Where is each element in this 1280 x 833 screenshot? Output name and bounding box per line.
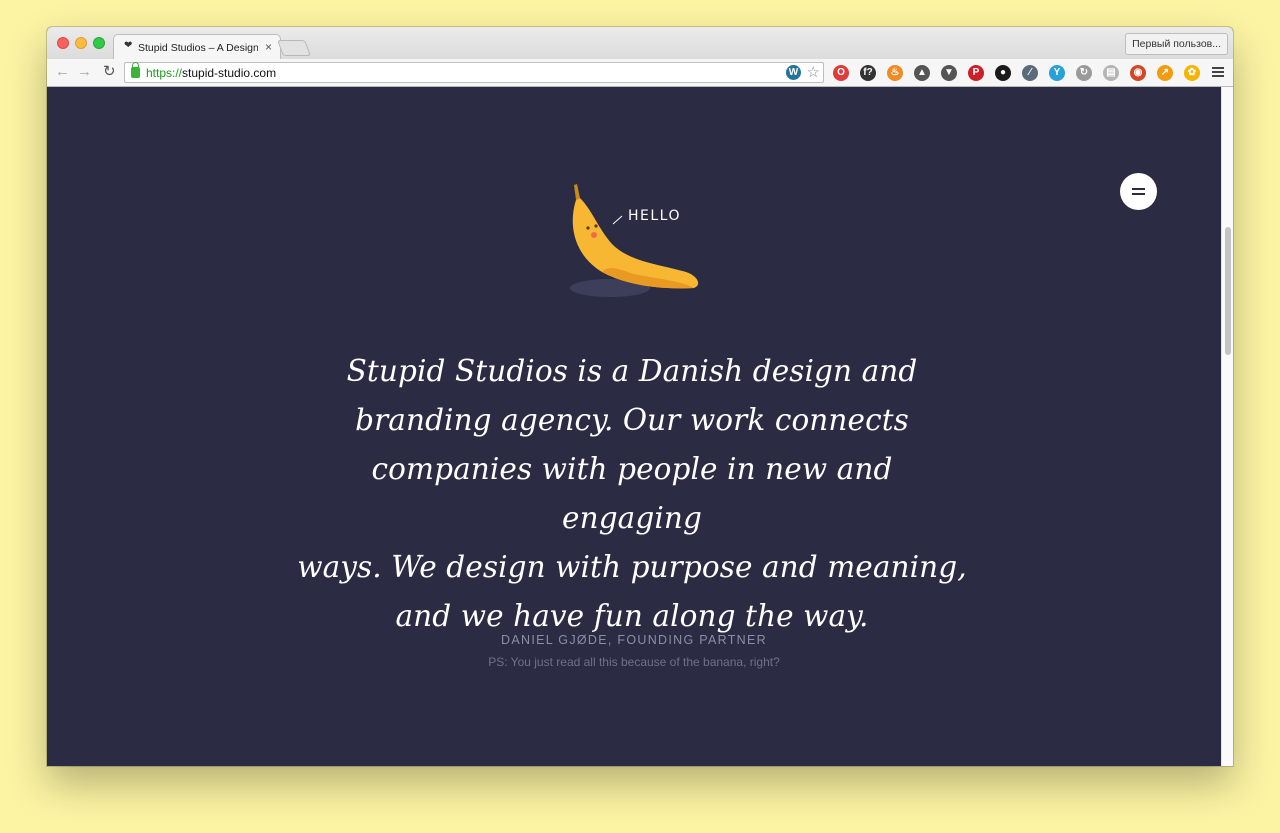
font-finder-icon[interactable]: f? [860,65,876,81]
vertical-scrollbar[interactable] [1221,87,1233,766]
forward-arrow-icon[interactable]: → [77,64,92,80]
new-tab-button[interactable] [277,40,311,56]
quote-author: DANIEL GJØDE, FOUNDING PARTNER [501,633,767,647]
url-text: https://stupid-studio.com [146,66,276,80]
tab-bar: ❤ Stupid Studios – A Design × Первый пол… [47,27,1233,60]
flower-icon[interactable]: ✿ [1184,65,1200,81]
refresh-ext-icon[interactable]: ↻ [1076,65,1092,81]
y-icon[interactable]: Y [1049,65,1065,81]
url-host: stupid-studio.com [182,66,277,80]
maximize-window-button[interactable] [93,37,105,49]
banana-stem [574,184,580,200]
banana-cheek [591,232,597,238]
scrollbar-thumb[interactable] [1225,227,1231,355]
heart-favicon-icon: ❤ [124,40,133,51]
tab-title: Stupid Studios – A Design [138,42,258,54]
quote-line: ways. We design with purpose and meaning… [297,550,967,584]
opera-icon[interactable]: O [833,65,849,81]
analytics-icon[interactable]: ↗ [1157,65,1173,81]
lock-icon [131,62,140,78]
evernote-icon[interactable]: ▲ [914,65,930,81]
quote-line: companies with people in new and engagin… [371,452,893,535]
pocket-icon[interactable]: ▼ [941,65,957,81]
colorpicker-icon[interactable]: ● [995,65,1011,81]
hamburger-menu-icon[interactable] [1212,67,1224,79]
pinterest-icon[interactable]: P [968,65,984,81]
ps-note: PS: You just read all this because of th… [488,655,780,669]
page-content: HELLO Stupid Studios is a Danish design … [47,87,1221,766]
banana-eye [586,226,590,230]
menu-line-icon [1132,193,1145,195]
profile-button[interactable]: Первый пользов... [1125,33,1228,55]
hello-caption: HELLO [628,208,681,224]
fire-icon[interactable]: ♨ [887,65,903,81]
minimize-window-button[interactable] [75,37,87,49]
tab-close-icon[interactable]: × [265,40,272,54]
site-menu-button[interactable] [1120,173,1157,210]
eye-icon[interactable]: ◉ [1130,65,1146,81]
banana-illustration: HELLO [570,184,699,297]
url-scheme: https:// [146,66,183,80]
reload-icon[interactable]: ↻ [103,64,116,80]
back-arrow-icon[interactable]: ← [55,64,70,80]
address-bar[interactable]: https://stupid-studio.com W ☆ [124,62,824,83]
eyedropper-icon[interactable]: ∕ [1022,65,1038,81]
browser-tab[interactable]: ❤ Stupid Studios – A Design × [113,34,281,60]
agency-quote: Stupid Studios is a Danish design and br… [297,347,967,641]
browser-window: ❤ Stupid Studios – A Design × Первый пол… [47,27,1233,766]
quote-line: branding agency. Our work connects [355,403,909,437]
speech-line [612,215,623,225]
quote-line: Stupid Studios is a Danish design and [346,354,918,388]
bookmark-star-icon[interactable]: ☆ [807,63,820,81]
wordpress-icon[interactable]: W [786,65,801,80]
browser-toolbar: ← → ↻ https://stupid-studio.com W ☆ Of? ♨… [47,59,1233,87]
menu-line-icon [1132,188,1145,190]
reader-icon[interactable]: ▤ [1103,65,1119,81]
close-window-button[interactable] [57,37,69,49]
banana-eye [594,224,598,228]
